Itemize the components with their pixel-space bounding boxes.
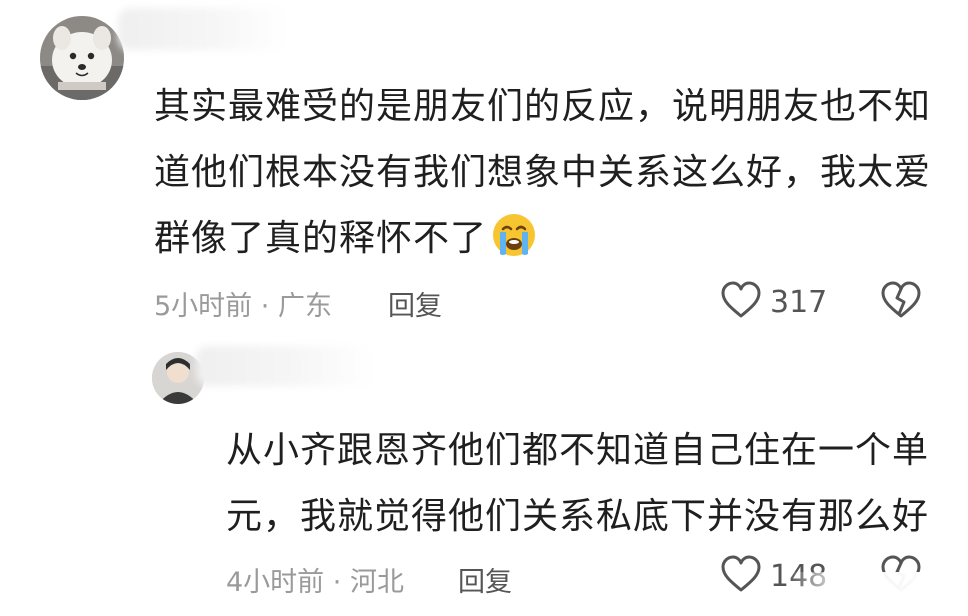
comment-text-line-3-text: 群像了真的释怀不了 xyxy=(154,218,488,259)
loudly-crying-face-icon xyxy=(491,212,537,280)
comment-text-line-3: 群像了真的释怀不了 xyxy=(154,206,537,280)
comment-text-line-2: 道他们根本没有我们想象中关系这么好，我太爱 xyxy=(154,152,932,193)
comment-meta: 4小时前 · 河北 xyxy=(226,560,404,599)
heart-outline-icon xyxy=(720,280,762,324)
dislike-button[interactable] xyxy=(880,280,922,324)
samoyed-avatar-image xyxy=(40,16,124,100)
comment-meta: 5小时前 · 广东 xyxy=(154,284,332,323)
location: 河北 xyxy=(349,567,404,598)
broken-heart-outline-icon xyxy=(880,281,922,324)
watermark-overlay xyxy=(788,572,968,616)
avatar[interactable] xyxy=(40,16,124,100)
like-button[interactable]: 317 xyxy=(720,280,827,324)
heart-outline-icon xyxy=(720,554,762,598)
timestamp: 4小时前 xyxy=(226,567,325,598)
reply-button[interactable]: 回复 xyxy=(388,284,442,323)
meta-separator: · xyxy=(332,567,342,598)
comment-text-line-1: 其实最难受的是朋友们的反应，说明朋友也不知 xyxy=(154,86,932,127)
username-redacted xyxy=(196,346,376,386)
comment-text-line-2: 元，我就觉得他们关系私底下并没有那么好 xyxy=(226,496,930,537)
meta-separator: · xyxy=(260,291,270,322)
username-redacted xyxy=(118,8,288,50)
comment-1: 其实最难受的是朋友们的反应，说明朋友也不知 道他们根本没有我们想象中关系这么好，… xyxy=(0,0,968,340)
reply-button[interactable]: 回复 xyxy=(458,560,512,599)
comment-text-line-1: 从小齐跟恩齐他们都不知道自己住在一个单 xyxy=(226,430,930,471)
like-count: 317 xyxy=(770,284,828,320)
timestamp: 5小时前 xyxy=(154,291,253,322)
location: 广东 xyxy=(277,291,332,322)
